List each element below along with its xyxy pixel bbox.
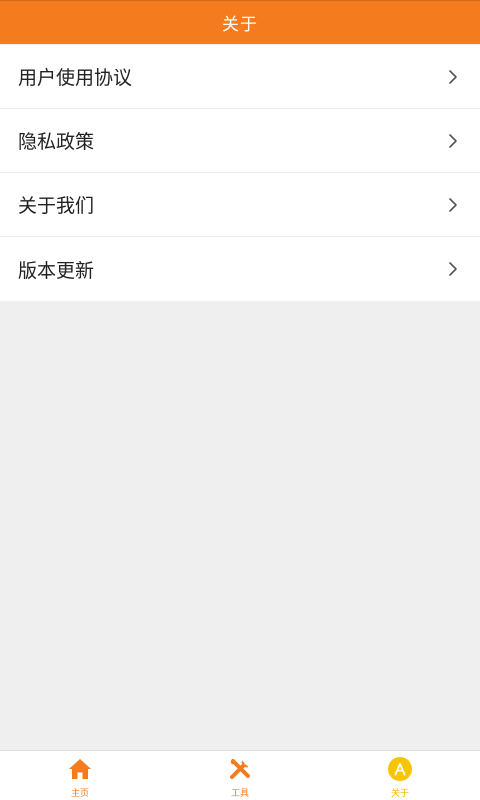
menu-item-label: 用户使用协议 bbox=[18, 67, 133, 89]
menu-item-version-update[interactable]: 版本更新 bbox=[0, 237, 480, 301]
bottom-tab-bar: 主页 工具 关于 bbox=[0, 750, 480, 800]
tab-label: 工具 bbox=[230, 789, 249, 799]
about-icon bbox=[388, 757, 412, 781]
menu-item-label: 版本更新 bbox=[18, 259, 95, 282]
chevron-right-icon bbox=[446, 133, 460, 148]
tab-home[interactable]: 主页 bbox=[0, 751, 160, 800]
home-icon bbox=[68, 757, 92, 781]
tab-label: 关于 bbox=[390, 789, 409, 799]
menu-item-user-agreement[interactable]: 用户使用协议 bbox=[0, 45, 480, 109]
menu-item-about-us[interactable]: 关于我们 bbox=[0, 173, 480, 237]
chevron-right-icon bbox=[446, 262, 460, 276]
about-menu-list: 用户使用协议 隐私政策 关于我们 版本更新 bbox=[0, 45, 480, 301]
app-header: 关于 bbox=[0, 0, 480, 44]
tab-about[interactable]: 关于 bbox=[320, 751, 480, 800]
chevron-right-icon bbox=[446, 197, 460, 212]
tab-tools[interactable]: 工具 bbox=[160, 751, 320, 800]
menu-item-label: 隐私政策 bbox=[18, 131, 95, 153]
page-title: 关于 bbox=[222, 15, 258, 35]
tools-icon bbox=[228, 757, 252, 781]
menu-item-label: 关于我们 bbox=[18, 195, 95, 217]
menu-item-privacy-policy[interactable]: 隐私政策 bbox=[0, 109, 480, 173]
tab-label: 主页 bbox=[70, 789, 89, 799]
chevron-right-icon bbox=[446, 69, 460, 84]
